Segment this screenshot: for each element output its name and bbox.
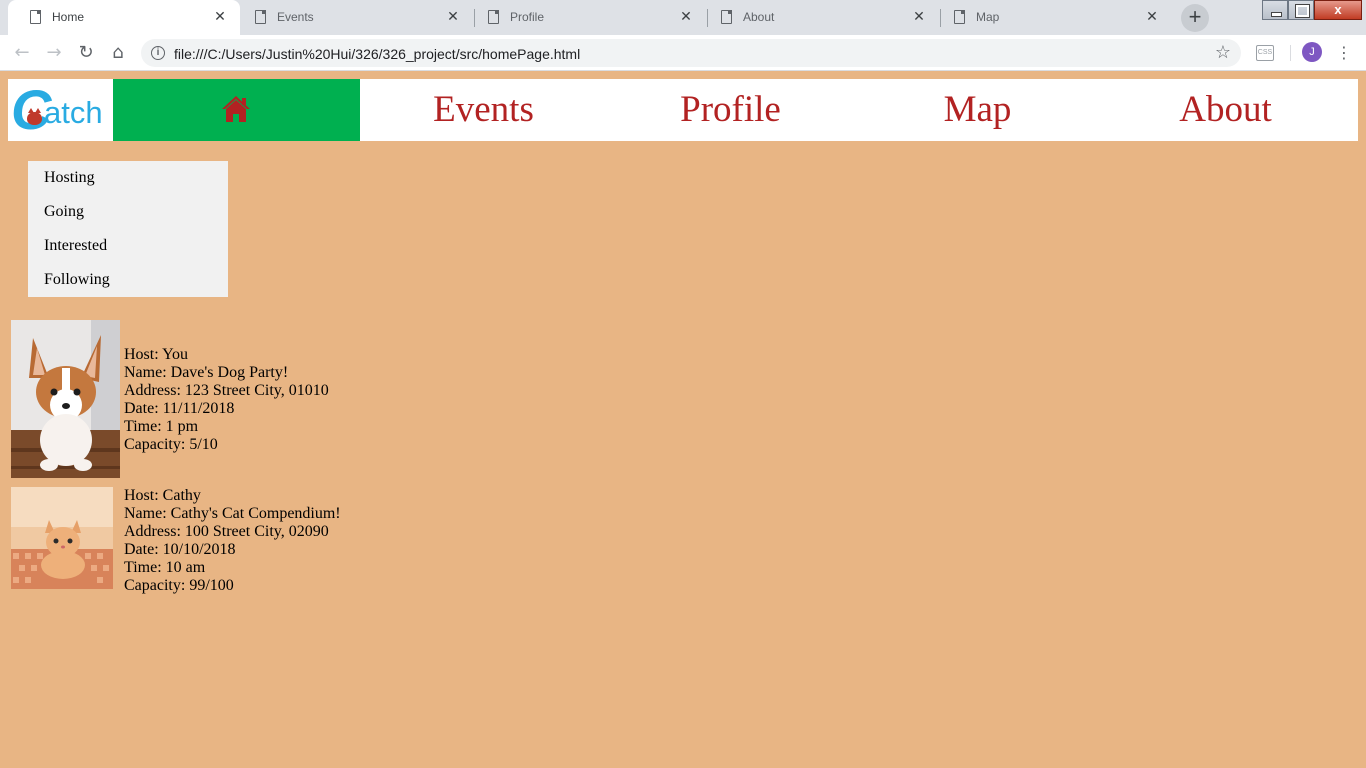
event-host: Host: Cathy (124, 487, 201, 504)
tab-title: Home (52, 10, 85, 24)
page-icon (488, 10, 499, 24)
event-address: Address: 100 Street City, 02090 (124, 523, 329, 540)
window-close-button[interactable]: x (1314, 0, 1362, 20)
menu-item-hosting[interactable]: Hosting (44, 161, 95, 195)
event-card[interactable]: Host: You Name: Dave's Dog Party! Addres… (11, 320, 351, 478)
window-maximize-button[interactable] (1288, 0, 1314, 20)
browser-toolbar: ← → ↻ ⌂ i file:///C:/Users/Justin%20Hui/… (0, 35, 1366, 71)
event-name: Name: Cathy's Cat Compendium! (124, 505, 341, 522)
tab-close-icon[interactable]: ✕ (678, 8, 694, 24)
orange-kitten-image (11, 487, 113, 589)
window-minimize-button[interactable] (1262, 0, 1288, 20)
browser-tab-profile[interactable]: Profile ✕ (466, 0, 706, 35)
event-card[interactable]: Host: Cathy Name: Cathy's Cat Compendium… (11, 487, 351, 594)
toolbar-separator (1290, 45, 1291, 61)
nav-profile[interactable]: Profile (607, 79, 854, 141)
nav-map[interactable]: Map (854, 79, 1101, 141)
forward-arrow-icon[interactable]: → (42, 41, 66, 65)
logo-text: atch (44, 95, 103, 130)
reload-icon[interactable]: ↻ (74, 41, 98, 65)
event-time: Time: 1 pm (124, 418, 199, 435)
tab-close-icon[interactable]: ✕ (911, 8, 927, 24)
event-capacity: Capacity: 5/10 (124, 436, 218, 453)
tab-title: About (743, 10, 775, 24)
page-icon (30, 10, 41, 24)
nav-home[interactable] (113, 79, 360, 141)
menu-item-following[interactable]: Following (44, 263, 110, 297)
browser-tab-map[interactable]: Map ✕ (932, 0, 1172, 35)
event-date: Date: 11/11/2018 (124, 400, 235, 417)
tab-title: Profile (510, 10, 545, 24)
nav-events[interactable]: Events (360, 79, 607, 141)
bookmark-star-icon[interactable]: ☆ (1215, 42, 1231, 63)
browser-tab-events[interactable]: Events ✕ (233, 0, 473, 35)
address-bar[interactable]: i file:///C:/Users/Justin%20Hui/326/326_… (141, 39, 1241, 67)
site-info-icon[interactable]: i (151, 46, 165, 60)
back-arrow-icon[interactable]: ← (10, 41, 34, 65)
url-text[interactable]: file:///C:/Users/Justin%20Hui/326/326_pr… (174, 46, 580, 62)
event-name: Name: Dave's Dog Party! (124, 364, 289, 381)
browser-menu-icon[interactable]: ⋮ (1336, 42, 1352, 64)
tab-close-icon[interactable]: ✕ (1144, 8, 1160, 24)
event-details: Host: Cathy Name: Cathy's Cat Compendium… (124, 487, 341, 595)
site-navbar: C atch Events Profile Map About (8, 79, 1358, 141)
browser-home-icon[interactable]: ⌂ (106, 41, 130, 65)
menu-item-interested[interactable]: Interested (44, 229, 107, 263)
event-time: Time: 10 am (124, 559, 206, 576)
event-host: Host: You (124, 346, 189, 363)
page-icon (255, 10, 266, 24)
corgi-puppy-image (11, 320, 120, 478)
cat-face-icon (27, 108, 42, 125)
home-icon (222, 96, 250, 122)
browser-tab-about[interactable]: About ✕ (699, 0, 939, 35)
profile-avatar[interactable]: J (1302, 42, 1322, 62)
page-icon (721, 10, 732, 24)
nav-about[interactable]: About (1102, 79, 1349, 141)
catch-logo[interactable]: C atch (8, 79, 113, 141)
new-tab-button[interactable]: + (1181, 4, 1209, 32)
menu-item-going[interactable]: Going (44, 195, 84, 229)
tab-title: Events (277, 10, 314, 24)
browser-tab-home[interactable]: Home ✕ (8, 0, 240, 35)
extension-icon[interactable]: CSS (1256, 45, 1274, 61)
tab-close-icon[interactable]: ✕ (445, 8, 461, 24)
page-icon (954, 10, 965, 24)
event-filter-menu: Hosting Going Interested Following (28, 161, 228, 297)
browser-tab-strip: Home ✕ Events ✕ Profile ✕ About ✕ Map ✕ … (0, 0, 1366, 35)
event-capacity: Capacity: 99/100 (124, 577, 234, 594)
event-address: Address: 123 Street City, 01010 (124, 382, 329, 399)
tab-close-icon[interactable]: ✕ (212, 8, 228, 24)
event-details: Host: You Name: Dave's Dog Party! Addres… (124, 346, 329, 454)
event-date: Date: 10/10/2018 (124, 541, 236, 558)
tab-title: Map (976, 10, 1000, 24)
